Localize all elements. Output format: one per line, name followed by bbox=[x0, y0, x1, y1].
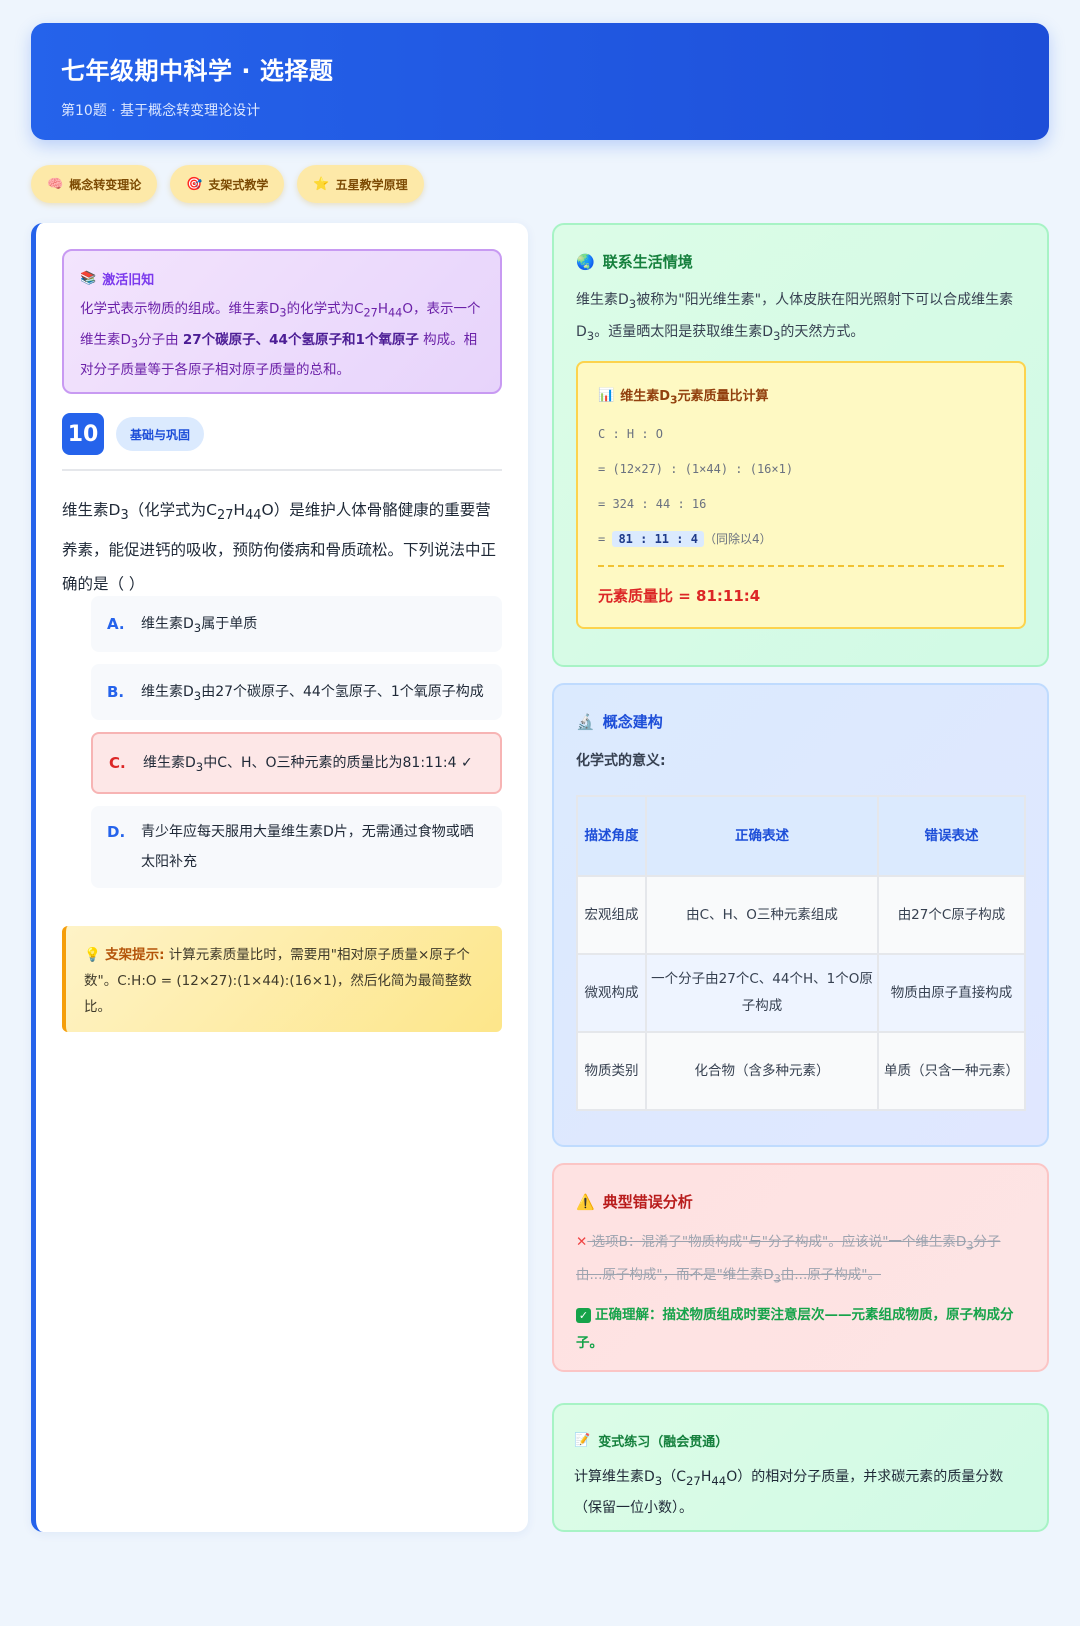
hint-label: 支架提示: bbox=[105, 947, 165, 963]
table-cell: 化合物（含多种元素） bbox=[647, 1033, 877, 1109]
table-header: 错误表述 bbox=[879, 797, 1024, 875]
page-title: 七年级期中科学 · 选择题 bbox=[61, 57, 334, 85]
table-cell: 单质（只含一种元素） bbox=[879, 1033, 1024, 1109]
tag-label: 概念转变理论 bbox=[69, 177, 142, 192]
error-title: 典型错误分析 bbox=[602, 1193, 693, 1211]
target-icon: 🎯 bbox=[186, 176, 203, 192]
question-number: 10 bbox=[62, 413, 104, 455]
option-text: 维生素D3属于单质 bbox=[141, 616, 258, 635]
calc-line: = (12×27) : (1×44) : (16×1) bbox=[598, 461, 794, 476]
table-cell: 微观构成 bbox=[578, 955, 645, 1031]
question-stem: 维生素D3（化学式为C27H44O）是维护人体骨骼健康的重要营养素，能促进钙的吸… bbox=[62, 501, 497, 594]
option-a[interactable]: A. 维生素D3属于单质 bbox=[91, 596, 502, 652]
correct-understanding: ✓ 正确理解：描述物质组成时要注意层次——元素组成物质，原子构成分子。 bbox=[576, 1307, 1014, 1352]
activate-prior-knowledge-box: 📚 激活旧知 化学式表示物质的组成。维生素D3的化学式为C27H44O，表示一个… bbox=[62, 249, 502, 394]
table-header: 描述角度 bbox=[578, 797, 645, 875]
concept-title: 概念建构 bbox=[602, 713, 663, 731]
wrong-analysis: ✕ 选项B：混淆了"物质构成"与"分子构成"。应该说"一个维生素D3分子由...… bbox=[576, 1228, 1025, 1293]
activate-highlight: 27个碳原子、44个氢原子和1个氧原子 bbox=[182, 331, 419, 348]
practice-text: 计算维生素D3（C27H44O）的相对分子质量，并求碳元素的质量分数（保留一位小… bbox=[574, 1469, 1004, 1516]
option-text: 维生素D3由27个碳原子、44个氢原子、1个氧原子构成 bbox=[141, 684, 484, 703]
lightbulb-icon: 💡 bbox=[84, 947, 101, 963]
concept-table: 描述角度 正确表述 错误表述 宏观组成 由C、H、O三种元素组成 由27个C原子… bbox=[576, 795, 1026, 1111]
life-title: 联系生活情境 bbox=[602, 253, 693, 271]
tag-five-star: ⭐ 五星教学原理 bbox=[297, 165, 424, 203]
concept-construction-panel: 🔬 概念建构 化学式的意义: 描述角度 正确表述 错误表述 宏观组成 由C、H、… bbox=[552, 683, 1049, 1147]
typical-error-panel: ⚠️ 典型错误分析 ✕ 选项B：混淆了"物质构成"与"分子构成"。应该说"一个维… bbox=[552, 1163, 1049, 1372]
table-header-row: 描述角度 正确表述 错误表述 bbox=[578, 797, 1024, 875]
microscope-icon: 🔬 bbox=[576, 712, 595, 731]
option-text: 维生素D3中C、H、O三种元素的质量比为81:11:4 ✓ bbox=[143, 755, 473, 774]
scaffold-hint: 💡 支架提示: 计算元素质量比时，需要用"相对原子质量×原子个数"。C:H:O … bbox=[62, 926, 502, 1032]
option-letter: D. bbox=[107, 823, 126, 841]
option-letter: A. bbox=[107, 615, 125, 633]
table-cell: 一个分子由27个C、44个H、1个O原子构成 bbox=[647, 955, 877, 1031]
option-b[interactable]: B. 维生素D3由27个碳原子、44个氢原子、1个氧原子构成 bbox=[91, 664, 502, 720]
calc-line: = 324 : 44 : 16 bbox=[598, 496, 707, 511]
tag-label: 五星教学原理 bbox=[335, 177, 408, 192]
calc-line: = 81 : 11 : 4 （同除以4） bbox=[598, 530, 772, 547]
option-c[interactable]: C. 维生素D3中C、H、O三种元素的质量比为81:11:4 ✓ bbox=[91, 732, 502, 794]
star-icon: ⭐ bbox=[313, 176, 330, 192]
calc-title: 维生素D3元素质量比计算 bbox=[620, 389, 769, 407]
tag-label: 支架式教学 bbox=[208, 177, 269, 192]
dashed-divider bbox=[598, 564, 1004, 567]
option-letter: C. bbox=[109, 754, 126, 772]
table-header: 正确表述 bbox=[647, 797, 877, 875]
books-icon: 📚 bbox=[80, 271, 97, 286]
calc-line: C : H : O bbox=[598, 426, 664, 441]
life-context-panel: 🌏 联系生活情境 维生素D3被称为"阳光维生素"，人体皮肤在阳光照射下可以合成维… bbox=[552, 223, 1049, 667]
variant-practice-panel: 📝 变式练习（融会贯通） 计算维生素D3（C27H44O）的相对分子质量，并求碳… bbox=[552, 1403, 1049, 1532]
activate-text: 化学式表示物质的组成。维生素D3的化学式为C27H44O，表示一个维生素D3分子… bbox=[80, 301, 481, 379]
brain-icon: 🧠 bbox=[47, 176, 64, 192]
globe-icon: 🌏 bbox=[576, 252, 595, 271]
table-row: 物质类别 化合物（含多种元素） 单质（只含一种元素） bbox=[578, 1033, 1024, 1109]
question-card: 📚 激活旧知 化学式表示物质的组成。维生素D3的化学式为C27H44O，表示一个… bbox=[31, 223, 528, 1532]
table-row: 微观构成 一个分子由27个C、44个H、1个O原子构成 物质由原子直接构成 bbox=[578, 955, 1024, 1031]
divider bbox=[62, 469, 502, 471]
table-cell: 物质类别 bbox=[578, 1033, 645, 1109]
life-text: 维生素D3被称为"阳光维生素"，人体皮肤在阳光照射下可以合成维生素D3。适量晒太… bbox=[576, 292, 1014, 343]
tag-list: 🧠 概念转变理论 🎯 支架式教学 ⭐ 五星教学原理 bbox=[31, 165, 424, 203]
tag-concept-change: 🧠 概念转变理论 bbox=[31, 165, 158, 203]
memo-icon: 📝 bbox=[574, 1433, 591, 1448]
check-icon: ✓ bbox=[576, 1308, 591, 1324]
table-cell: 由27个C原子构成 bbox=[879, 877, 1024, 953]
activate-title: 激活旧知 bbox=[102, 273, 155, 288]
table-row: 宏观组成 由C、H、O三种元素组成 由27个C原子构成 bbox=[578, 877, 1024, 953]
mass-ratio-calc-box: 📊 维生素D3元素质量比计算 C : H : O = (12×27) : (1×… bbox=[576, 361, 1026, 629]
table-cell: 宏观组成 bbox=[578, 877, 645, 953]
concept-subtitle: 化学式的意义: bbox=[576, 753, 666, 769]
table-cell: 由C、H、O三种元素组成 bbox=[647, 877, 877, 953]
warning-icon: ⚠️ bbox=[576, 1192, 595, 1211]
option-d[interactable]: D. 青少年应每天服用大量维生素D片，无需通过食物或晒太阳补充 bbox=[91, 806, 502, 888]
table-cell: 物质由原子直接构成 bbox=[879, 955, 1024, 1031]
option-text: 青少年应每天服用大量维生素D片，无需通过食物或晒太阳补充 bbox=[141, 824, 474, 870]
calc-result: 元素质量比 = 81:11:4 bbox=[598, 586, 761, 605]
level-badge: 基础与巩固 bbox=[116, 417, 205, 451]
calc-highlight: 81 : 11 : 4 bbox=[612, 530, 704, 547]
option-letter: B. bbox=[107, 683, 125, 701]
tag-scaffolding: 🎯 支架式教学 bbox=[170, 165, 285, 203]
page-subtitle: 第10题 · 基于概念转变理论设计 bbox=[61, 103, 261, 119]
practice-title: 变式练习（融会贯通） bbox=[598, 1435, 729, 1450]
page-header: 七年级期中科学 · 选择题 第10题 · 基于概念转变理论设计 bbox=[31, 23, 1049, 140]
bar-chart-icon: 📊 bbox=[598, 388, 615, 404]
cross-icon: ✕ bbox=[576, 1234, 588, 1250]
